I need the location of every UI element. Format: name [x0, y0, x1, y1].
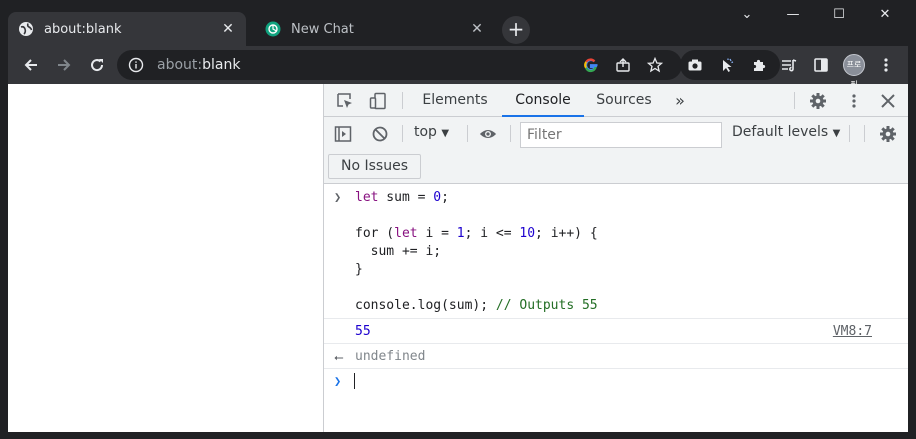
no-issues-button[interactable]: No Issues	[328, 154, 421, 179]
return-arrow-icon: ⭠	[334, 350, 344, 364]
url-text: about:blank	[157, 57, 241, 73]
devtools-panel: Elements Console Sources » top ▼ Filter …	[323, 84, 908, 432]
code-line: }	[355, 262, 363, 277]
console-output: ❯ let sum = 0; for (let i = 1; i <= 10; …	[324, 184, 908, 432]
extensions-group	[680, 50, 780, 80]
kebab-menu-icon[interactable]	[877, 56, 895, 74]
console-prompt[interactable]: ❯	[324, 369, 908, 394]
tab-title: New Chat	[291, 21, 354, 37]
close-icon[interactable]: ✕	[220, 21, 236, 37]
divider	[849, 125, 850, 142]
log-levels-dropdown[interactable]: Default levels ▼	[732, 124, 840, 140]
devtools-tab-bar: Elements Console Sources »	[324, 84, 908, 117]
divider	[510, 125, 511, 142]
divider	[864, 125, 865, 142]
inspect-element-icon[interactable]	[336, 92, 354, 110]
return-value: undefined	[355, 349, 426, 364]
forward-arrow-icon[interactable]	[49, 50, 79, 80]
kebab-menu-icon[interactable]	[845, 92, 863, 110]
context-selector[interactable]: top ▼	[414, 124, 449, 140]
google-icon[interactable]	[582, 56, 600, 74]
issues-bar: No Issues	[324, 151, 908, 184]
page-viewport[interactable]	[8, 84, 324, 432]
clear-console-icon[interactable]	[371, 125, 389, 143]
minimize-button[interactable]: —	[770, 4, 816, 26]
sidebar-toggle-icon[interactable]	[334, 125, 352, 143]
source-link[interactable]: VM8:7	[833, 324, 872, 339]
device-toolbar-icon[interactable]	[369, 92, 387, 110]
console-input-message: ❯ let sum = 0; for (let i = 1; i <= 10; …	[324, 184, 908, 319]
maximize-button[interactable]: ☐	[816, 4, 862, 26]
tab-title: about:blank	[44, 21, 122, 37]
tab-search-icon[interactable]: ⌄	[724, 4, 770, 26]
reload-icon[interactable]	[82, 50, 112, 80]
chatgpt-icon	[265, 21, 281, 37]
cursor-icon[interactable]	[718, 56, 736, 74]
console-result-message: ⭠ undefined	[324, 344, 908, 369]
tab-about-blank[interactable]: about:blank ✕	[8, 12, 246, 46]
chevron-right-icon: ❯	[334, 190, 342, 204]
tab-new-chat[interactable]: New Chat ✕	[255, 12, 495, 46]
tab-strip: about:blank ✕ New Chat ✕ + ⌄ — ☐ ✕	[0, 0, 916, 46]
media-control-icon[interactable]	[780, 56, 798, 74]
back-arrow-icon[interactable]	[16, 50, 46, 80]
info-icon[interactable]	[127, 56, 145, 74]
side-panel-icon[interactable]	[812, 56, 830, 74]
code-line: let sum = 0;	[355, 190, 449, 205]
globe-icon	[18, 21, 34, 37]
browser-window: about:blank ✕ New Chat ✕ + ⌄ — ☐ ✕ about…	[0, 0, 916, 439]
more-tabs-icon[interactable]: »	[669, 84, 691, 117]
code-line: console.log(sum); // Outputs 55	[355, 298, 598, 313]
divider	[467, 125, 468, 142]
code-line: for (let i = 1; i <= 10; i++) {	[355, 226, 598, 241]
settings-gear-icon[interactable]	[809, 92, 827, 110]
tab-console[interactable]: Console	[502, 84, 584, 117]
text-cursor	[354, 373, 355, 389]
console-settings-gear-icon[interactable]	[879, 125, 897, 143]
camera-icon[interactable]	[686, 56, 704, 74]
close-window-button[interactable]: ✕	[862, 4, 908, 26]
new-tab-button[interactable]: +	[502, 16, 530, 44]
divider	[402, 92, 403, 109]
divider	[402, 125, 403, 142]
star-icon[interactable]	[646, 56, 664, 74]
dropdown-triangle-icon: ▼	[832, 128, 841, 139]
dropdown-triangle-icon: ▼	[441, 128, 450, 139]
prompt-chevron-icon: ❯	[334, 374, 342, 388]
tab-elements[interactable]: Elements	[414, 84, 496, 117]
avatar[interactable]: 프로필	[843, 54, 865, 89]
code-line: sum += i;	[355, 244, 442, 259]
filter-input[interactable]	[520, 122, 722, 148]
console-log-message: 55 VM8:7	[324, 319, 908, 344]
close-icon[interactable]: ✕	[469, 21, 485, 37]
tab-sources[interactable]: Sources	[586, 84, 662, 117]
address-bar[interactable]: about:blank	[117, 50, 682, 80]
eye-icon[interactable]	[479, 125, 497, 143]
browser-toolbar: about:blank 프로	[8, 46, 908, 89]
console-toolbar: top ▼ Default levels ▼	[324, 117, 908, 151]
close-icon[interactable]	[879, 92, 897, 110]
puzzle-icon[interactable]	[750, 56, 768, 74]
divider	[794, 92, 795, 109]
share-icon[interactable]	[614, 56, 632, 74]
log-value: 55	[355, 324, 371, 339]
